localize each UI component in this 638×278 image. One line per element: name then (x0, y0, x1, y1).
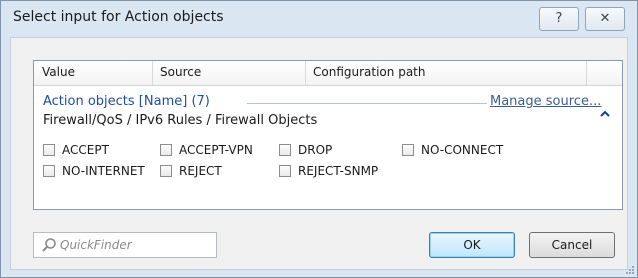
selection-list: Value Source Configuration path Action o… (33, 60, 623, 210)
option-label: REJECT-SNMP (298, 164, 379, 178)
column-divider[interactable] (586, 61, 587, 85)
cancel-button[interactable]: Cancel (529, 232, 615, 258)
dialog-body: Value Source Configuration path Action o… (10, 37, 628, 270)
option-label: ACCEPT-VPN (179, 143, 253, 157)
resize-grip-icon[interactable] (625, 265, 635, 275)
chevron-up-icon (600, 110, 610, 117)
collapse-group-button[interactable] (600, 107, 610, 120)
close-icon: ✕ (599, 11, 611, 26)
list-header: Value Source Configuration path (34, 61, 622, 86)
column-header-config-path[interactable]: Configuration path (313, 65, 425, 79)
checkbox[interactable] (43, 144, 55, 156)
checkbox[interactable] (279, 144, 291, 156)
column-divider[interactable] (305, 61, 306, 85)
option-label: REJECT (179, 164, 222, 178)
group-config-path: Firewall/QoS / IPv6 Rules / Firewall Obj… (43, 113, 318, 128)
cancel-button-label: Cancel (551, 238, 593, 252)
quickfinder-placeholder: QuickFinder (60, 238, 132, 252)
option-label: NO-INTERNET (62, 164, 145, 178)
window-title: Select input for Action objects (13, 9, 224, 25)
column-header-value[interactable]: Value (42, 65, 75, 79)
checkbox[interactable] (160, 144, 172, 156)
search-icon (42, 238, 56, 252)
checkbox[interactable] (279, 165, 291, 177)
ok-button[interactable]: OK (429, 232, 515, 258)
quickfinder-input[interactable]: QuickFinder (33, 232, 217, 258)
dialog-window: Select input for Action objects ? ✕ Valu… (0, 0, 638, 278)
title-bar: Select input for Action objects ? ✕ (1, 1, 637, 35)
option-label: ACCEPT (62, 143, 109, 157)
column-divider[interactable] (152, 61, 153, 85)
help-icon: ? (555, 11, 563, 26)
help-button[interactable]: ? (539, 7, 579, 31)
checkbox[interactable] (43, 165, 55, 177)
ok-button-label: OK (463, 238, 481, 252)
manage-source-link[interactable]: Manage source... (490, 94, 601, 109)
column-header-source[interactable]: Source (160, 65, 201, 79)
group-separator (247, 103, 487, 104)
close-button[interactable]: ✕ (585, 7, 625, 31)
checkbox[interactable] (402, 144, 414, 156)
checkbox[interactable] (160, 165, 172, 177)
group-title: Action objects [Name] (7) (43, 94, 210, 109)
option-label: NO-CONNECT (421, 143, 504, 157)
option-label: DROP (298, 143, 333, 157)
